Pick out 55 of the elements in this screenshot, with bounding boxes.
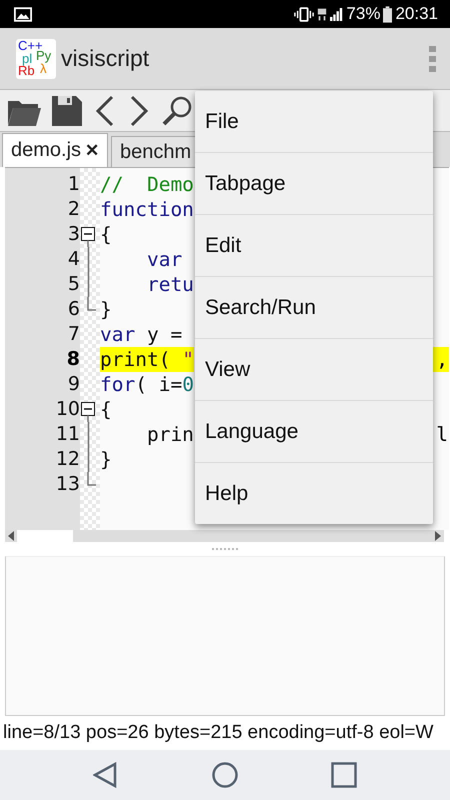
line-number: 5 (68, 272, 80, 297)
back-icon[interactable] (93, 762, 119, 788)
app-logo: C++ pl Py Rb λ (16, 38, 56, 78)
collapse-icon[interactable] (80, 402, 96, 422)
line-number: 7 (68, 322, 80, 347)
line-number: 6 (68, 297, 80, 322)
line-number: 4 (68, 247, 80, 272)
code-fragment: l (435, 422, 449, 447)
battery-percent: 73% (346, 4, 380, 24)
line-number: 8 (66, 347, 80, 372)
line-number: 13 (56, 472, 80, 497)
fold-end-line (87, 472, 97, 486)
search-icon[interactable] (161, 94, 193, 126)
code-line: // Demo (100, 172, 194, 197)
scroll-thumb[interactable] (17, 530, 73, 542)
code-line: function (100, 197, 194, 222)
recents-icon[interactable] (331, 762, 357, 788)
code-line: } (100, 447, 112, 472)
home-icon[interactable] (212, 762, 238, 788)
menu-item[interactable]: Search/Run (195, 276, 433, 338)
code-line: for( i=0 (100, 372, 194, 397)
vibrate-icon (294, 6, 314, 22)
horizontal-scrollbar[interactable] (5, 530, 444, 542)
file-tab[interactable]: demo.js ✕ (2, 133, 108, 167)
code-line: var (146, 247, 182, 272)
menu-item[interactable]: Tabpage (195, 152, 433, 214)
network-icon (317, 6, 328, 22)
menu-item[interactable]: Language (195, 400, 433, 462)
line-number: 11 (56, 422, 80, 447)
close-icon[interactable]: ✕ (85, 140, 100, 161)
code-line: prin (146, 422, 194, 447)
scroll-right-icon[interactable] (435, 531, 441, 541)
app-title: visiscript (61, 45, 150, 72)
menu-item[interactable]: View (195, 338, 433, 400)
clock: 20:31 (395, 4, 438, 24)
collapse-icon[interactable] (80, 227, 96, 247)
battery-icon (383, 6, 392, 22)
code-line: var y = (100, 322, 182, 347)
line-number: 12 (56, 447, 80, 472)
signal-icon (330, 6, 344, 22)
fold-end-line (87, 297, 97, 311)
line-number: 3 (68, 222, 80, 247)
code-line: { (100, 222, 112, 247)
line-number: 10 (56, 397, 80, 422)
save-icon[interactable] (51, 94, 83, 126)
menu-item[interactable]: Help (195, 462, 433, 524)
code-line: retu (146, 272, 194, 297)
scroll-left-icon[interactable] (8, 531, 14, 541)
line-number: 1 (68, 172, 80, 197)
gallery-icon (14, 6, 32, 22)
line-number: 2 (68, 197, 80, 222)
code-line: } (100, 297, 112, 322)
code-line: { (100, 397, 112, 422)
menu-item[interactable]: Edit (195, 214, 433, 276)
line-number: 9 (68, 372, 80, 397)
